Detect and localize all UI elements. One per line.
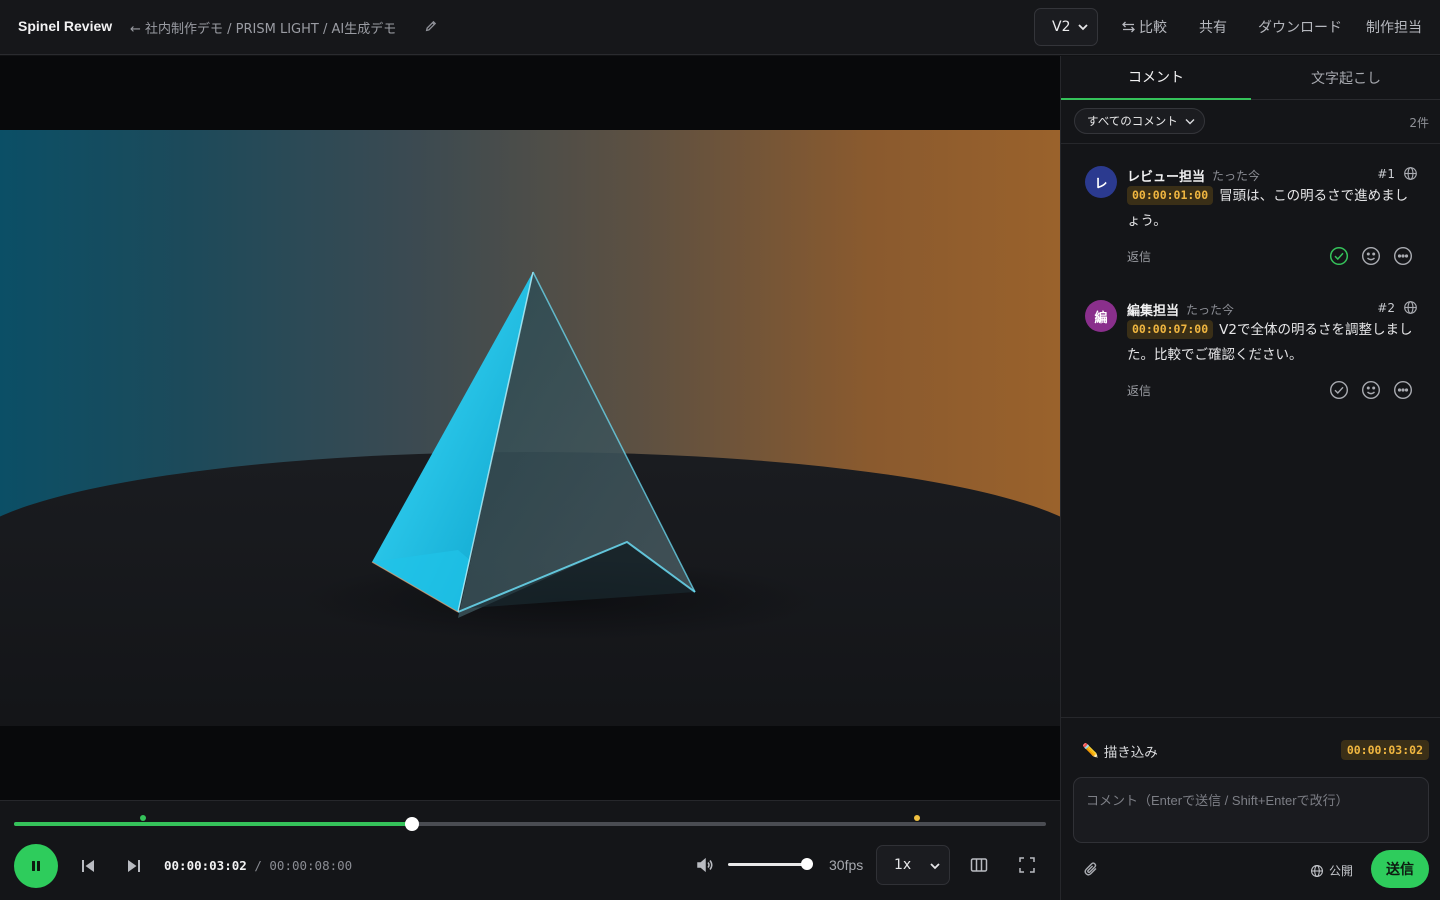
draw-label: 描き込み <box>1103 745 1158 761</box>
avatar: レ <box>1085 166 1117 198</box>
emoji-icon[interactable] <box>1361 246 1381 266</box>
comment-filter-row: すべてのコメント 2件 <box>1061 100 1440 144</box>
pencil-icon: ✏️ <box>1082 743 1099 759</box>
avatar: 編 <box>1085 300 1117 332</box>
resolved-check-icon[interactable] <box>1329 246 1349 266</box>
duration: 00:00:08:00 <box>269 858 353 873</box>
pause-icon <box>32 861 40 871</box>
comment-author: レビュー担当 <box>1127 170 1206 185</box>
comment-marker[interactable] <box>140 815 146 821</box>
tab-comments[interactable]: コメント <box>1061 56 1251 100</box>
chevron-down-icon <box>930 863 940 870</box>
split-view-icon[interactable] <box>970 856 988 874</box>
version-select-value: V2 <box>1052 19 1071 35</box>
chevron-down-icon <box>1078 24 1088 31</box>
seek-bar[interactable] <box>14 817 1046 831</box>
globe-icon <box>1404 167 1417 180</box>
resolve-check-icon[interactable] <box>1329 380 1349 400</box>
comment-item[interactable]: 編 編集担当 たった今 #2 00:00:07:00 V2で全体の明るさを調整しま… <box>1061 300 1440 420</box>
pause-button[interactable] <box>14 844 58 888</box>
volume-icon[interactable] <box>696 856 714 874</box>
comment-body: 00:00:07:00 V2で全体の明るさを調整しました。比較でご確認ください。 <box>1127 318 1415 368</box>
reply-button[interactable]: 返信 <box>1127 382 1151 399</box>
volume-slider[interactable] <box>728 858 813 870</box>
playback-speed-select[interactable]: 1x <box>876 845 950 885</box>
compare-arrows-icon <box>1122 21 1135 33</box>
volume-handle[interactable] <box>801 858 813 870</box>
fps-label: 30fps <box>829 857 864 873</box>
top-bar: Spinel Review ← 社内制作デモ / PRISM LIGHT / A… <box>0 0 1440 55</box>
visibility-toggle[interactable]: 公開 <box>1310 862 1353 879</box>
comment-count: 2件 <box>1409 116 1429 130</box>
skip-back-icon[interactable] <box>79 857 97 875</box>
attachment-icon[interactable] <box>1083 861 1099 877</box>
player-controls: 00:00:03:02 / 00:00:08:00 30fps 1x <box>0 800 1060 900</box>
timecode-display: 00:00:03:02 / 00:00:08:00 <box>164 858 352 873</box>
edit-pencil-icon[interactable] <box>424 19 438 33</box>
comment-marker[interactable] <box>914 815 920 821</box>
visibility-label: 公開 <box>1328 864 1353 878</box>
reply-button[interactable]: 返信 <box>1127 248 1151 265</box>
video-player[interactable] <box>0 56 1060 800</box>
speed-value: 1x <box>894 857 912 873</box>
globe-icon <box>1311 864 1323 877</box>
emoji-icon[interactable] <box>1361 380 1381 400</box>
tab-transcript[interactable]: 文字起こし <box>1251 56 1440 100</box>
app-brand[interactable]: Spinel Review <box>18 18 112 34</box>
download-button[interactable]: ダウンロード <box>1258 17 1342 37</box>
breadcrumb[interactable]: ← 社内制作デモ / PRISM LIGHT / AI生成デモ <box>130 18 396 37</box>
comment-time: たった今 <box>1212 169 1261 183</box>
comment-number: #2 <box>1377 301 1395 315</box>
current-time: 00:00:03:02 <box>164 858 247 873</box>
comment-timecode[interactable]: 00:00:01:00 <box>1127 186 1214 205</box>
comment-input[interactable] <box>1073 777 1429 843</box>
draw-button[interactable]: ✏️ 描き込み <box>1082 741 1158 761</box>
comment-sidebar: コメント 文字起こし すべてのコメント 2件 レ レビュー担当 たった今 #1 … <box>1060 56 1440 900</box>
comment-timecode[interactable]: 00:00:07:00 <box>1127 320 1214 339</box>
compare-label: 比較 <box>1139 20 1167 36</box>
comment-number: #1 <box>1377 167 1395 181</box>
send-button[interactable]: 送信 <box>1371 850 1429 888</box>
comment-time: たった今 <box>1186 303 1235 317</box>
share-button[interactable]: 共有 <box>1199 17 1227 37</box>
video-frame[interactable] <box>0 130 1060 726</box>
skip-forward-icon[interactable] <box>125 857 143 875</box>
fullscreen-icon[interactable] <box>1018 856 1036 874</box>
chevron-down-icon <box>1185 119 1195 125</box>
comment-filter-select[interactable]: すべてのコメント <box>1074 108 1205 134</box>
comment-body: 00:00:01:00 冒頭は、この明るさで進めましょう。 <box>1127 184 1415 234</box>
composer-timecode[interactable]: 00:00:03:02 <box>1340 740 1429 760</box>
globe-icon <box>1404 301 1417 314</box>
comment-filter-value: すべてのコメント <box>1087 114 1178 128</box>
user-menu[interactable]: 制作担当 <box>1366 17 1422 37</box>
comment-author: 編集担当 <box>1127 304 1180 319</box>
seek-progress <box>14 822 412 826</box>
more-options-icon[interactable] <box>1393 380 1413 400</box>
seek-handle[interactable] <box>404 817 419 831</box>
comment-item[interactable]: レ レビュー担当 たった今 #1 00:00:01:00 冒頭は、この明るさで進め… <box>1061 166 1440 286</box>
version-select[interactable]: V2 <box>1034 8 1098 46</box>
prism-image <box>300 271 820 640</box>
time-separator: / <box>254 858 262 873</box>
more-options-icon[interactable] <box>1393 246 1413 266</box>
compare-button[interactable]: 比較 <box>1121 17 1167 37</box>
comment-composer: ✏️ 描き込み 00:00:03:02 公開 送信 <box>1061 717 1440 900</box>
breadcrumb-text[interactable]: ← 社内制作デモ / PRISM LIGHT / AI生成デモ <box>130 18 396 37</box>
